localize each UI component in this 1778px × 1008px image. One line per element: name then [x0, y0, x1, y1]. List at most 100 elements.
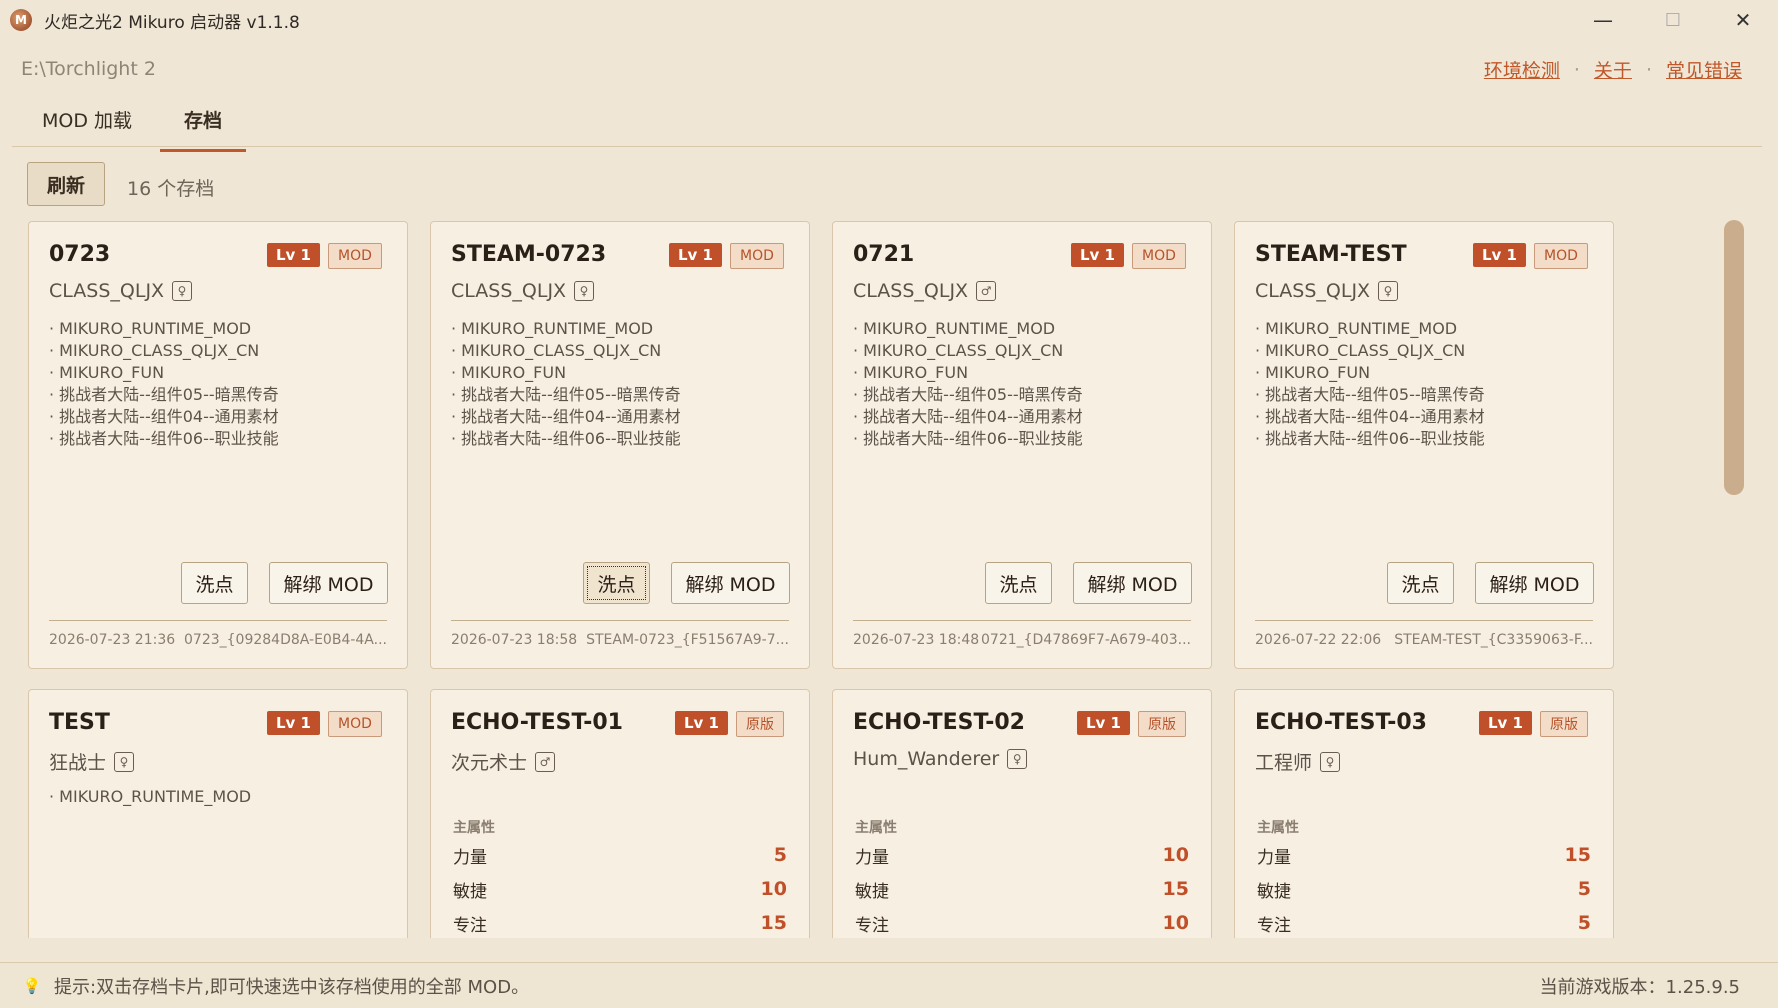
- level-badge: Lv 1: [675, 711, 728, 735]
- female-icon: ♀: [574, 281, 595, 301]
- mod-type-badge: MOD: [730, 243, 784, 269]
- respec-button[interactable]: 洗点: [583, 562, 650, 604]
- level-badge: Lv 1: [1077, 711, 1130, 735]
- hint-text: 提示:双击存档卡片,即可快速选中该存档使用的全部 MOD。: [54, 976, 530, 998]
- vanilla-badge: 原版: [1540, 711, 1588, 737]
- class-name: Hum_Wanderer: [853, 748, 1000, 770]
- main-attributes-title: 主属性: [453, 820, 495, 836]
- respec-button[interactable]: 洗点: [985, 562, 1052, 604]
- level-badge: Lv 1: [1473, 243, 1526, 267]
- save-card[interactable]: 0723 Lv 1 MOD CLASS_QLJX ♀ · MIKURO_RUNT…: [28, 221, 408, 669]
- mod-item: · MIKURO_FUN: [853, 363, 969, 382]
- stat-value: 15: [1564, 844, 1591, 866]
- mod-item: · 挑战者大陆--组件05--暗黑传奇: [451, 385, 681, 404]
- mod-type-badge: MOD: [1534, 243, 1588, 269]
- respec-button[interactable]: 洗点: [1387, 562, 1454, 604]
- stat-value: 15: [760, 912, 787, 934]
- mod-type-badge: MOD: [1132, 243, 1186, 269]
- stat-row: 敏捷 5: [1257, 874, 1591, 904]
- save-card[interactable]: ECHO-TEST-01 Lv 1 原版 次元术士 ♂ 主属性 力量 5 敏捷 10…: [430, 689, 810, 938]
- mod-item: · 挑战者大陆--组件04--通用素材: [853, 407, 1083, 426]
- mod-item: · MIKURO_FUN: [49, 363, 165, 382]
- class-name: CLASS_QLJX: [1255, 280, 1371, 302]
- mod-item: · MIKURO_FUN: [1255, 363, 1371, 382]
- save-card[interactable]: ECHO-TEST-02 Lv 1 原版 Hum_Wanderer ♀ 主属性 …: [832, 689, 1212, 938]
- mod-item: · 挑战者大陆--组件06--职业技能: [49, 429, 279, 448]
- class-row: CLASS_QLJX ♀: [49, 280, 193, 302]
- mod-item: · MIKURO_RUNTIME_MOD: [451, 319, 654, 338]
- stat-row: 力量 15: [1257, 840, 1591, 870]
- vertical-scrollbar[interactable]: [1724, 220, 1744, 495]
- stat-row: 专注 10: [855, 908, 1189, 938]
- stat-row: 力量 10: [855, 840, 1189, 870]
- unbind-mod-button[interactable]: 解绑 MOD: [269, 562, 388, 604]
- class-name: CLASS_QLJX: [853, 280, 969, 302]
- stat-label: 敏捷: [1257, 881, 1291, 902]
- unbind-mod-button[interactable]: 解绑 MOD: [1475, 562, 1594, 604]
- save-date: 2026-07-23 18:58: [451, 632, 578, 648]
- mod-list: · MIKURO_RUNTIME_MOD · MIKURO_CLASS_QLJX…: [451, 318, 681, 450]
- save-name: STEAM-0723: [451, 242, 607, 267]
- save-name: 0723: [49, 242, 111, 267]
- class-name: 次元术士: [451, 752, 528, 774]
- vanilla-badge: 原版: [736, 711, 784, 737]
- mod-item: · 挑战者大陆--组件05--暗黑传奇: [853, 385, 1083, 404]
- save-card[interactable]: 0721 Lv 1 MOD CLASS_QLJX ♂ · MIKURO_RUNT…: [832, 221, 1212, 669]
- stat-value: 5: [1577, 912, 1591, 934]
- save-date: 2026-07-23 18:48: [853, 632, 980, 648]
- mod-item: · MIKURO_FUN: [451, 363, 567, 382]
- mod-list: · MIKURO_RUNTIME_MOD · MIKURO_CLASS_QLJX…: [1255, 318, 1485, 450]
- female-icon: ♀: [1378, 281, 1399, 301]
- game-version: 当前游戏版本：1.25.9.5: [1539, 976, 1740, 998]
- save-name: ECHO-TEST-03: [1255, 710, 1427, 735]
- stat-label: 力量: [855, 847, 889, 868]
- mod-item: · 挑战者大陆--组件04--通用素材: [1255, 407, 1485, 426]
- unbind-mod-button[interactable]: 解绑 MOD: [1073, 562, 1192, 604]
- save-card[interactable]: TEST Lv 1 MOD 狂战士 ♀ · MIKURO_RUNTIME_MOD: [28, 689, 408, 938]
- stat-label: 专注: [453, 915, 487, 936]
- mod-item: · 挑战者大陆--组件06--职业技能: [451, 429, 681, 448]
- stat-label: 敏捷: [855, 881, 889, 902]
- stat-label: 专注: [855, 915, 889, 936]
- mod-item: · 挑战者大陆--组件05--暗黑传奇: [49, 385, 279, 404]
- mod-item: · 挑战者大陆--组件05--暗黑传奇: [1255, 385, 1485, 404]
- class-row: 工程师 ♀: [1255, 748, 1341, 775]
- mod-item: · MIKURO_RUNTIME_MOD: [1255, 319, 1458, 338]
- mod-list: · MIKURO_RUNTIME_MOD · MIKURO_CLASS_QLJX…: [853, 318, 1083, 450]
- save-date: 2026-07-22 22:06: [1255, 632, 1382, 648]
- save-card[interactable]: STEAM-TEST Lv 1 MOD CLASS_QLJX ♀ · MIKUR…: [1234, 221, 1614, 669]
- stat-value: 15: [1162, 878, 1189, 900]
- unbind-mod-button[interactable]: 解绑 MOD: [671, 562, 790, 604]
- card-divider: [49, 620, 387, 621]
- save-card[interactable]: STEAM-0723 Lv 1 MOD CLASS_QLJX ♀ · MIKUR…: [430, 221, 810, 669]
- level-badge: Lv 1: [669, 243, 722, 267]
- stat-row: 敏捷 10: [453, 874, 787, 904]
- save-id: STEAM-0723_{F51567A9-7...: [586, 632, 789, 648]
- class-name: CLASS_QLJX: [451, 280, 567, 302]
- stat-value: 10: [760, 878, 787, 900]
- mod-item: · 挑战者大陆--组件04--通用素材: [49, 407, 279, 426]
- card-divider: [1255, 620, 1593, 621]
- class-row: CLASS_QLJX ♀: [451, 280, 595, 302]
- save-name: STEAM-TEST: [1255, 242, 1407, 267]
- main-attributes-title: 主属性: [1257, 820, 1299, 836]
- save-id: 0721_{D47869F7-A679-403...: [981, 632, 1191, 648]
- mod-item: · MIKURO_CLASS_QLJX_CN: [49, 341, 260, 360]
- stat-label: 力量: [1257, 847, 1291, 868]
- lightbulb-icon: 💡: [22, 976, 42, 995]
- mod-item: · MIKURO_RUNTIME_MOD: [49, 787, 252, 806]
- respec-button[interactable]: 洗点: [181, 562, 248, 604]
- mod-item: · 挑战者大陆--组件06--职业技能: [853, 429, 1083, 448]
- save-card[interactable]: ECHO-TEST-03 Lv 1 原版 工程师 ♀ 主属性 力量 15 敏捷 5 …: [1234, 689, 1614, 938]
- mod-item: · MIKURO_RUNTIME_MOD: [853, 319, 1056, 338]
- class-row: Hum_Wanderer ♀: [853, 748, 1028, 770]
- level-badge: Lv 1: [1071, 243, 1124, 267]
- save-card-grid: 0723 Lv 1 MOD CLASS_QLJX ♀ · MIKURO_RUNT…: [0, 0, 1778, 938]
- class-row: 次元术士 ♂: [451, 748, 556, 775]
- mod-item: · 挑战者大陆--组件04--通用素材: [451, 407, 681, 426]
- stat-value: 10: [1162, 912, 1189, 934]
- mod-item: · 挑战者大陆--组件06--职业技能: [1255, 429, 1485, 448]
- mod-item: · MIKURO_CLASS_QLJX_CN: [1255, 341, 1466, 360]
- mod-type-badge: MOD: [328, 243, 382, 269]
- stat-row: 专注 15: [453, 908, 787, 938]
